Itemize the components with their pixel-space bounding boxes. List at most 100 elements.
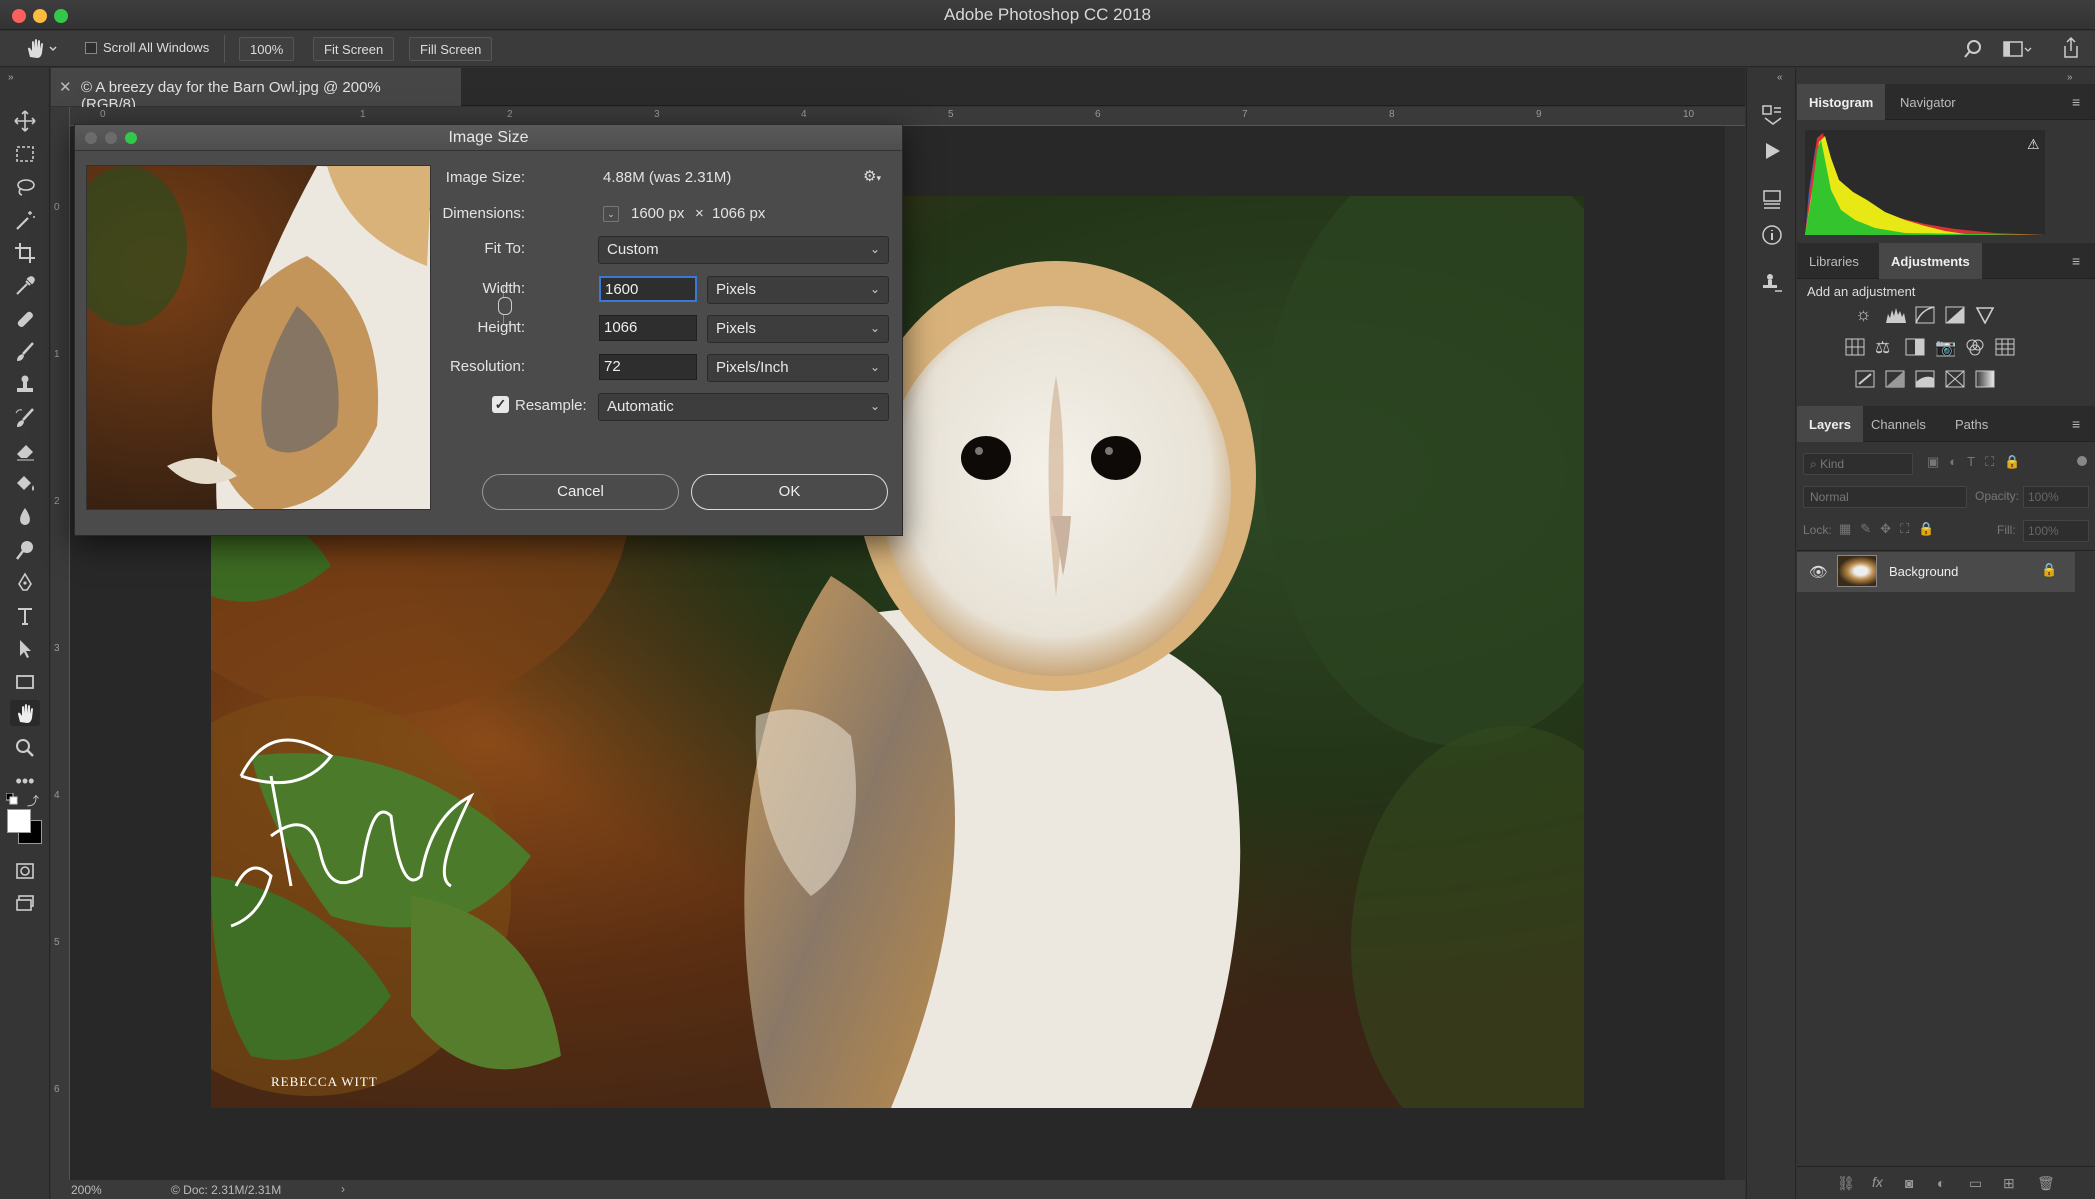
width-unit-select[interactable]: Pixels ⌄ [707, 276, 889, 304]
layer-filter-icons[interactable]: ▣◐T⛶🔒 [1927, 454, 2030, 470]
width-input[interactable]: 1600 [599, 276, 697, 302]
black-white-icon[interactable] [1905, 338, 1925, 356]
layer-row-background[interactable]: 👁 Background 🔒 [1797, 552, 2075, 592]
brightness-contrast-icon[interactable]: ☼ [1855, 304, 1872, 325]
resample-checkbox[interactable]: ✓ [492, 396, 509, 413]
fill-screen-button[interactable]: Fill Screen [409, 37, 493, 61]
history-panel-icon[interactable] [1761, 104, 1783, 126]
healing-brush-tool-icon[interactable] [10, 306, 40, 332]
blur-tool-icon[interactable] [10, 504, 40, 530]
zoom-100-button[interactable]: 100% [239, 37, 295, 61]
default-colors-icon[interactable] [6, 793, 18, 805]
clone-source-icon[interactable] [1761, 272, 1783, 294]
channel-mixer-icon[interactable] [1965, 338, 1985, 356]
swap-colors-icon[interactable]: ⤴ [27, 792, 39, 809]
paint-bucket-tool-icon[interactable] [10, 471, 40, 497]
scroll-all-windows-checkbox[interactable] [85, 42, 97, 54]
exposure-icon[interactable] [1945, 306, 1965, 324]
height-unit-select[interactable]: Pixels ⌄ [707, 315, 889, 343]
hand-tool-preset-icon[interactable] [24, 37, 58, 61]
type-tool-icon[interactable] [10, 603, 40, 629]
hand-tool-icon[interactable] [10, 700, 40, 726]
resolution-unit-select[interactable]: Pixels/Inch ⌄ [707, 354, 889, 382]
panel-menu-icon[interactable]: ≡ [2072, 416, 2080, 432]
vibrance-icon[interactable] [1975, 306, 1995, 324]
threshold-icon[interactable] [1915, 370, 1935, 388]
crop-tool-icon[interactable] [10, 240, 40, 266]
color-lookup-icon[interactable] [1995, 338, 2015, 356]
panel-menu-icon[interactable]: ≡ [2072, 253, 2080, 269]
trash-icon[interactable]: 🗑 [2037, 1175, 2055, 1192]
dodge-tool-icon[interactable] [10, 537, 40, 563]
fit-to-select[interactable]: Custom ⌄ [598, 236, 889, 264]
photo-filter-icon[interactable]: 📷 [1935, 338, 1956, 358]
layer-kind-filter[interactable]: ⌕ Kind [1803, 453, 1913, 475]
collapse-panels-icon[interactable]: » [2067, 72, 2073, 83]
resolution-input[interactable]: 72 [599, 354, 697, 380]
fill-input[interactable]: 100% [2023, 520, 2089, 542]
constrain-proportions-link-icon[interactable] [498, 297, 512, 315]
tab-layers[interactable]: Layers [1797, 406, 1863, 442]
lock-icons[interactable]: ▦✎✥⛶🔒 [1839, 521, 1943, 537]
gradient-map-icon[interactable] [1975, 370, 1995, 388]
dimensions-unit-dropdown[interactable]: ⌄ [603, 206, 619, 222]
properties-panel-icon[interactable] [1761, 188, 1783, 210]
brush-tool-icon[interactable] [10, 339, 40, 365]
marquee-tool-icon[interactable] [10, 141, 40, 167]
history-brush-tool-icon[interactable] [10, 405, 40, 431]
new-layer-icon[interactable]: ⊞ [2003, 1175, 2015, 1192]
settings-gear-icon[interactable]: ⚙▾ [863, 167, 881, 185]
document-tab[interactable]: ✕ © A breezy day for the Barn Owl.jpg @ … [51, 68, 461, 113]
quick-mask-icon[interactable] [10, 858, 40, 884]
adjustment-layer-icon[interactable]: ◐ [1937, 1175, 1945, 1191]
panel-menu-icon[interactable]: ≡ [2072, 94, 2080, 110]
pen-tool-icon[interactable] [10, 570, 40, 596]
magic-wand-tool-icon[interactable] [10, 207, 40, 233]
link-layers-icon[interactable]: ⛓ [1837, 1175, 1855, 1192]
expand-toolbar-icon[interactable]: » [8, 72, 14, 83]
clone-stamp-tool-icon[interactable] [10, 372, 40, 398]
ok-button[interactable]: OK [691, 474, 888, 510]
tab-paths[interactable]: Paths [1943, 406, 2000, 442]
dialog-zoom-button[interactable] [125, 132, 137, 144]
dialog-close-button[interactable] [85, 132, 97, 144]
workspace-icon[interactable] [2002, 38, 2032, 60]
search-icon[interactable] [1962, 38, 1984, 60]
rectangle-tool-icon[interactable] [10, 669, 40, 695]
curves-icon[interactable] [1915, 306, 1935, 324]
blend-mode-select[interactable]: Normal [1803, 486, 1967, 508]
cancel-button[interactable]: Cancel [482, 474, 679, 510]
posterize-icon[interactable] [1885, 370, 1905, 388]
lasso-tool-icon[interactable] [10, 174, 40, 200]
filter-toggle[interactable] [2077, 456, 2087, 466]
fit-screen-button[interactable]: Fit Screen [313, 37, 395, 61]
eraser-tool-icon[interactable] [10, 438, 40, 464]
invert-icon[interactable] [1855, 370, 1875, 388]
zoom-tool-icon[interactable] [10, 735, 40, 761]
tab-libraries[interactable]: Libraries [1797, 243, 1871, 279]
collapse-icons-icon[interactable]: « [1777, 72, 1783, 83]
visibility-eye-icon[interactable]: 👁 [1809, 563, 1828, 581]
tab-channels[interactable]: Channels [1859, 406, 1938, 442]
close-tab-icon[interactable]: ✕ [59, 78, 72, 96]
zoom-level[interactable]: 200% [71, 1183, 102, 1197]
dialog-minimize-button[interactable] [105, 132, 117, 144]
selective-color-icon[interactable] [1945, 370, 1965, 388]
vertical-scrollbar[interactable] [1725, 126, 1745, 1180]
screen-mode-icon[interactable] [10, 890, 40, 916]
tab-histogram[interactable]: Histogram [1797, 84, 1886, 120]
path-selection-tool-icon[interactable] [10, 636, 40, 662]
layer-style-icon[interactable]: fx [1872, 1174, 1883, 1190]
new-group-icon[interactable]: ▭ [1969, 1175, 1982, 1192]
cache-warning-icon[interactable]: ⚠ [2027, 136, 2040, 153]
eyedropper-tool-icon[interactable] [10, 273, 40, 299]
status-menu-arrow-icon[interactable]: › [341, 1182, 345, 1196]
add-mask-icon[interactable]: ◙ [1905, 1175, 1913, 1191]
tab-adjustments[interactable]: Adjustments [1879, 243, 1982, 279]
tab-navigator[interactable]: Navigator [1888, 84, 1968, 120]
resample-select[interactable]: Automatic ⌄ [598, 393, 889, 421]
color-balance-icon[interactable]: ⚖ [1875, 338, 1890, 358]
levels-icon[interactable] [1885, 306, 1907, 324]
share-icon[interactable] [2060, 36, 2082, 60]
hue-saturation-icon[interactable] [1845, 338, 1865, 356]
